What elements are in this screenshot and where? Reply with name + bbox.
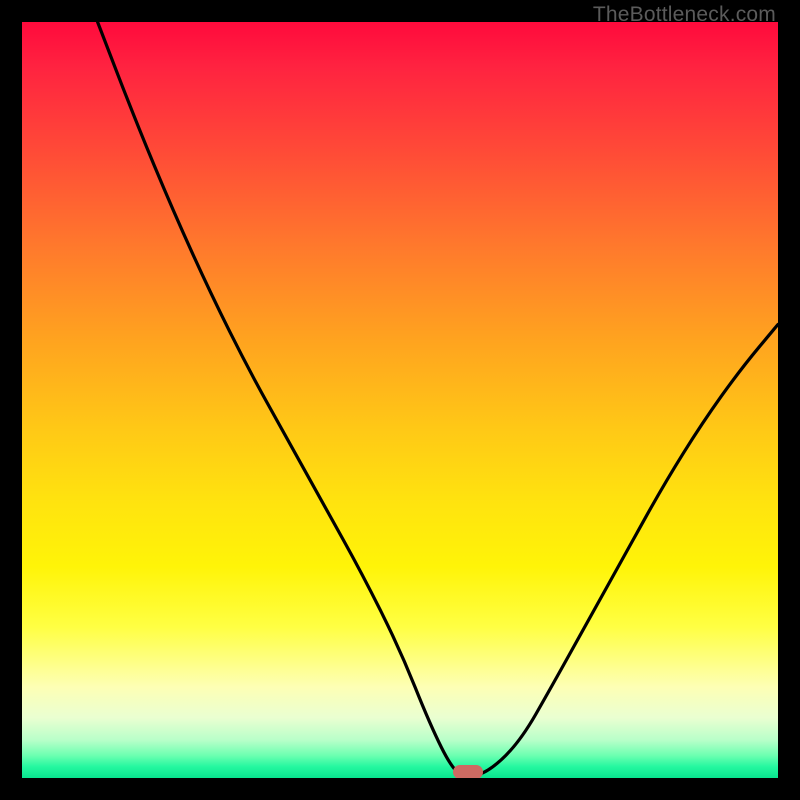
plot-area: [22, 22, 778, 778]
minimum-marker: [453, 765, 483, 778]
chart-frame: TheBottleneck.com: [0, 0, 800, 800]
bottleneck-curve: [22, 22, 778, 778]
attribution-text: TheBottleneck.com: [593, 3, 776, 27]
